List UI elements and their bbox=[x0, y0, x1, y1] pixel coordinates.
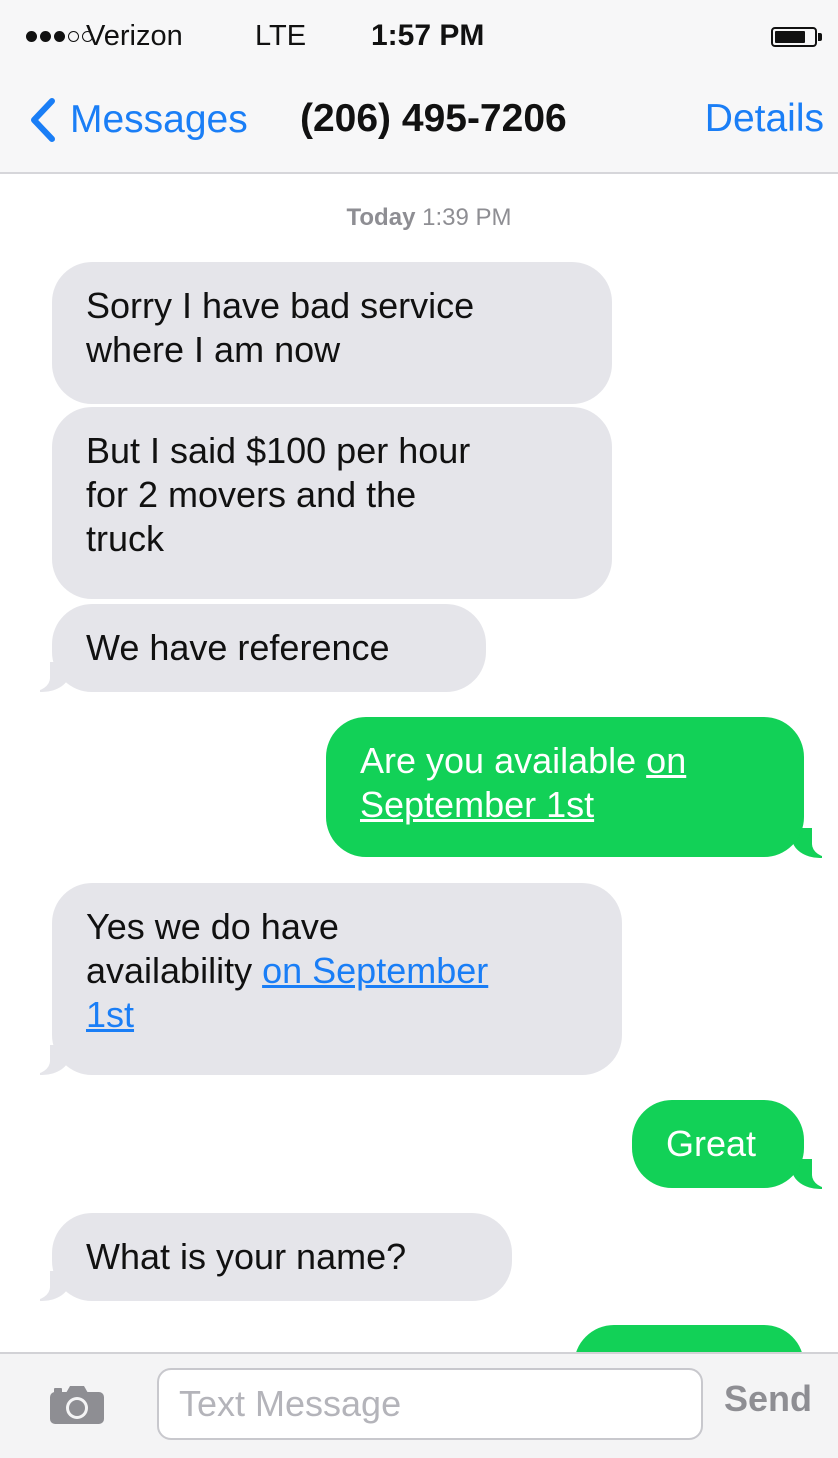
message-line: September 1st bbox=[360, 783, 770, 827]
camera-button[interactable] bbox=[48, 1384, 106, 1426]
camera-icon bbox=[48, 1386, 106, 1430]
outgoing-message-bubble[interactable]: Great bbox=[632, 1100, 804, 1188]
message-line: where I am now bbox=[86, 329, 341, 370]
timestamp-day: Today bbox=[346, 204, 416, 231]
message-text: What is your name? bbox=[86, 1236, 407, 1277]
network-type: LTE bbox=[255, 20, 307, 52]
message-text: availability bbox=[86, 950, 263, 991]
message-line: 1st bbox=[86, 993, 588, 1037]
incoming-message-bubble[interactable]: Yes we do have availability on September… bbox=[52, 883, 622, 1075]
text-message-input[interactable] bbox=[157, 1368, 703, 1440]
message-text: We have reference bbox=[86, 627, 390, 668]
message-line: availability on September bbox=[86, 949, 588, 993]
message-line: But I said $100 per hour bbox=[86, 430, 471, 471]
send-button[interactable]: Send bbox=[724, 1378, 812, 1420]
signal-dots-icon bbox=[26, 31, 93, 42]
details-button[interactable]: Details bbox=[705, 97, 824, 141]
chevron-left-icon bbox=[30, 97, 56, 143]
outgoing-message-bubble[interactable]: Are you available on September 1st bbox=[326, 717, 804, 857]
nav-bar: Messages (206) 495-7206 Details bbox=[0, 72, 838, 174]
battery-fill bbox=[775, 31, 806, 43]
signal-dot bbox=[54, 31, 65, 42]
message-line: Sorry I have bad service bbox=[86, 285, 475, 326]
date-link[interactable]: September 1st bbox=[360, 784, 594, 825]
signal-dot bbox=[68, 31, 79, 42]
incoming-message-bubble[interactable]: Sorry I have bad service where I am now bbox=[52, 262, 612, 404]
status-bar: Verizon LTE 1:57 PM bbox=[0, 0, 838, 72]
date-link[interactable]: on September bbox=[262, 950, 488, 991]
incoming-message-bubble[interactable]: What is your name? bbox=[52, 1213, 512, 1301]
contact-title: (206) 495-7206 bbox=[300, 97, 567, 140]
message-line: Are you available on bbox=[360, 739, 770, 783]
date-link[interactable]: on bbox=[646, 740, 686, 781]
message-text: Great bbox=[666, 1123, 757, 1164]
signal-dot bbox=[40, 31, 51, 42]
battery-icon bbox=[771, 27, 822, 47]
status-time: 1:57 PM bbox=[371, 19, 485, 52]
incoming-message-bubble[interactable]: But I said $100 per hour for 2 movers an… bbox=[52, 407, 612, 599]
battery-tip bbox=[818, 33, 822, 41]
timestamp-time: 1:39 PM bbox=[422, 204, 512, 231]
message-line: Yes we do have bbox=[86, 906, 339, 947]
incoming-message-bubble[interactable]: We have reference bbox=[52, 604, 486, 692]
message-line: for 2 movers and the bbox=[86, 474, 417, 515]
messages-screen: Verizon LTE 1:57 PM Messages (206) 495-7… bbox=[0, 0, 838, 1458]
back-button[interactable]: Messages bbox=[30, 90, 248, 150]
back-label: Messages bbox=[70, 98, 248, 141]
carrier-name: Verizon bbox=[86, 20, 183, 52]
message-text: Are you available bbox=[360, 740, 647, 781]
conversation-timestamp: Today 1:39 PM bbox=[0, 204, 838, 232]
date-link[interactable]: 1st bbox=[86, 994, 134, 1035]
message-input-bar: Send bbox=[0, 1352, 838, 1458]
signal-dot bbox=[26, 31, 37, 42]
message-line: truck bbox=[86, 518, 165, 559]
